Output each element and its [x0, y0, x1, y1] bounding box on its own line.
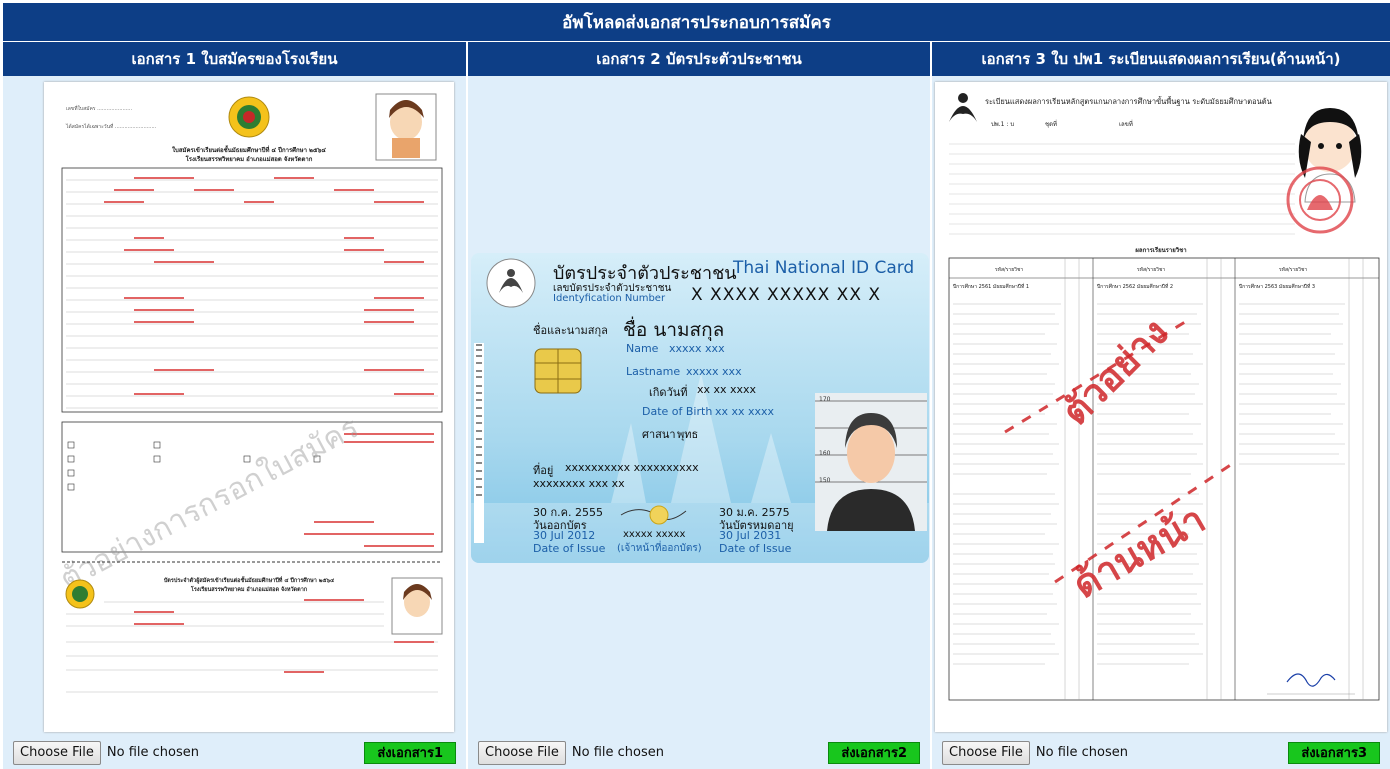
form-title: ใบสมัครเข้าเรียนต่อชั้นมัธยมศึกษาปีที่ ๔…: [172, 144, 326, 154]
issue-date-en: 30 Jul 2012: [533, 529, 596, 542]
expiry-date-en: 30 Jul 2031: [719, 529, 782, 542]
document-preview: บัตรประจำตัวประชาชน Thai National ID Car…: [468, 76, 930, 736]
document-column-2: เอกสาร 2 บัตรประตัวประชาชน บัตรประจำตัวป…: [468, 42, 930, 769]
name-label-en: Name: [626, 342, 659, 355]
choose-file-button[interactable]: Choose File: [478, 740, 566, 765]
send-document-2-button[interactable]: ส่งเอกสาร2: [828, 741, 920, 764]
year-1-heading: ปีการศึกษา 2561 มัธยมศึกษาปีที่ 1: [953, 283, 1029, 290]
application-form-image: เลขที่ใบสมัคร ...................... ได้…: [44, 82, 454, 732]
name-value-en: xxxxx xxx: [669, 342, 725, 355]
school-emblem-icon: [65, 579, 95, 609]
garuda-emblem-icon: [486, 258, 536, 308]
send-document-1-button[interactable]: ส่งเอกสาร1: [364, 741, 456, 764]
year-2-heading: ปีการศึกษา 2562 มัธยมศึกษาปีที่ 2: [1097, 283, 1173, 290]
id-number: X XXXX XXXXX XX X: [691, 285, 882, 305]
religion-value: พุทธ: [677, 428, 699, 441]
birth-value-th: xx xx xxxx: [697, 383, 757, 396]
religion-label: ศาสนา: [642, 428, 676, 441]
set-label: ชุดที่: [1045, 120, 1057, 128]
send-document-3-button[interactable]: ส่งเอกสาร3: [1288, 741, 1380, 764]
column-heading: เอกสาร 2 บัตรประตัวประชาชน: [468, 42, 930, 76]
student-photo-icon: [1298, 108, 1362, 203]
card-title: บัตรประจำตัวผู้สมัครเข้าเรียนต่อชั้นมัธย…: [164, 575, 335, 585]
stamp-front: ด้านหน้า: [1066, 497, 1213, 607]
officer-label: (เจ้าหน้าที่ออกบัตร): [617, 543, 702, 554]
choose-file-button[interactable]: Choose File: [942, 740, 1030, 765]
school-emblem-icon: [228, 96, 270, 138]
form-school: โรงเรียนสรรพวิทยาคม อำเภอแม่สอด จังหวัดต…: [185, 155, 313, 163]
address-line-1: xxxxxxxxxx xxxxxxxxxx: [565, 461, 699, 474]
page-title: อัพโหลดส่งเอกสารประกอบการสมัคร: [3, 3, 1390, 41]
file-status: No file chosen: [1035, 745, 1128, 760]
card-title-en: Thai National ID Card: [733, 258, 915, 278]
document-preview: ระเบียนแสดงผลการเรียนหลักสูตรแกนกลางการศ…: [932, 76, 1390, 736]
column-heading: เอกสาร 1 ใบสมัครของโรงเรียน: [3, 42, 466, 76]
portrait-photo-icon: [815, 393, 927, 531]
student-photo-icon: [391, 577, 443, 635]
upload-page: อัพโหลดส่งเอกสารประกอบการสมัคร เอกสาร 1 …: [0, 0, 1390, 769]
file-status: No file chosen: [571, 745, 664, 760]
form-watermark: ตัวอย่างการกรอกใบสมัคร: [54, 410, 364, 597]
barcode-icon: [474, 343, 484, 543]
application-form-drawing: เลขที่ใบสมัคร ...................... ได้…: [54, 93, 443, 693]
svg-text:เลขที่ใบสมัคร ................: เลขที่ใบสมัคร ......................: [66, 105, 132, 112]
upload-row: Choose File No file chosen ส่งเอกสาร1: [3, 736, 466, 769]
col-subject: รหัส/รายวิชา: [1279, 266, 1307, 273]
file-status: No file chosen: [106, 745, 199, 760]
height-tick: 170: [819, 396, 831, 403]
upload-row: Choose File No file chosen ส่งเอกสาร3: [932, 736, 1390, 769]
number-label: เลขที่: [1119, 120, 1133, 128]
name-label-th: ชื่อและนามสกุล: [533, 324, 608, 337]
col-subject: รหัส/รายวิชา: [1137, 266, 1165, 273]
birth-label-th: เกิดวันที่: [649, 386, 688, 399]
officer-name: xxxxx xxxxx: [623, 529, 686, 540]
id-card-image: บัตรประจำตัวประชาชน Thai National ID Car…: [471, 253, 929, 563]
lastname-label: Lastname: [626, 365, 681, 378]
birth-label-en: Date of Birth: [642, 405, 713, 418]
name-value-th: ชื่อ นามสกุล: [623, 319, 725, 341]
year-3-heading: ปีการศึกษา 2563 มัธยมศึกษาปีที่ 3: [1239, 283, 1315, 290]
signature-icon: [1286, 673, 1336, 687]
height-tick: 150: [819, 477, 831, 484]
document-column-1: เอกสาร 1 ใบสมัครของโรงเรียน เลขที่ใบสมัค…: [3, 42, 466, 769]
results-title: ผลการเรียนรายวิชา: [1135, 246, 1186, 254]
height-tick: 160: [819, 450, 831, 457]
form-code: ปพ.1 : บ: [991, 121, 1014, 128]
svg-text:ได้สมัครได้เฉพาะวันที่ .......: ได้สมัครได้เฉพาะวันที่ .................…: [65, 123, 157, 130]
upload-row: Choose File No file chosen ส่งเอกสาร2: [468, 736, 930, 769]
sim-chip-icon: [534, 348, 582, 394]
stamp-sample: ตัวอย่าง: [1053, 310, 1177, 434]
id-label-en: Identyfication Number: [553, 293, 666, 304]
lastname-value: xxxxx xxx: [686, 365, 742, 378]
issue-label-en: Date of Issue: [533, 542, 606, 555]
document-column-3: เอกสาร 3 ใบ ปพ1 ระเบียนแสดงผลการเรียน(ด้…: [932, 42, 1390, 769]
card-school: โรงเรียนสรรพวิทยาคม อำเภอแม่สอด จังหวัดต…: [190, 585, 308, 593]
address-line-2: xxxxxxxx xxx xx: [533, 477, 625, 490]
birth-value-en: xx xx xxxx: [715, 405, 775, 418]
expiry-label-en: Date of Issue: [719, 542, 792, 555]
column-heading: เอกสาร 3 ใบ ปพ1 ระเบียนแสดงผลการเรียน(ด้…: [932, 42, 1390, 76]
document-preview: เลขที่ใบสมัคร ...................... ได้…: [3, 76, 466, 736]
garuda-emblem-icon: [949, 93, 977, 122]
choose-file-button[interactable]: Choose File: [13, 740, 101, 765]
student-photo-icon: [375, 93, 437, 161]
transcript-image: ระเบียนแสดงผลการเรียนหลักสูตรแกนกลางการศ…: [935, 82, 1387, 732]
transcript-header: ระเบียนแสดงผลการเรียนหลักสูตรแกนกลางการศ…: [985, 96, 1272, 106]
transcript-drawing: ระเบียนแสดงผลการเรียนหลักสูตรแกนกลางการศ…: [948, 93, 1380, 701]
col-subject: รหัส/รายวิชา: [995, 266, 1023, 273]
